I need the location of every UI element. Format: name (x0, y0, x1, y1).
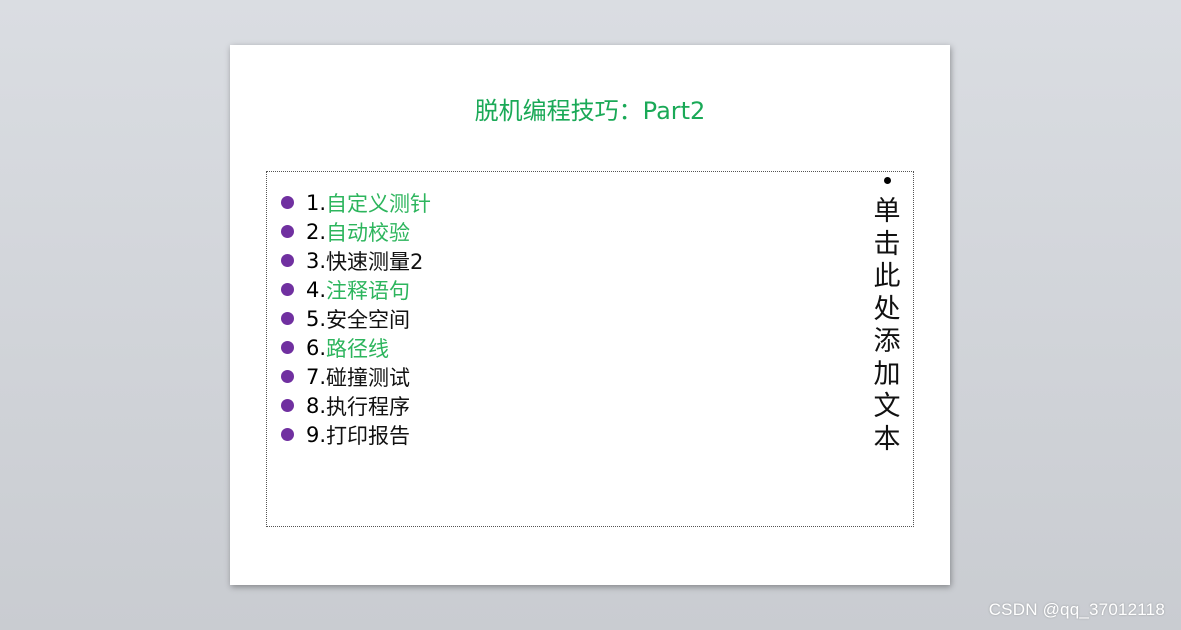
list-item[interactable]: 3. 快速测量2 (281, 246, 431, 275)
item-text: 碰撞测试 (326, 365, 411, 390)
list-item[interactable]: 7. 碰撞测试 (281, 362, 431, 391)
item-text: 打印报告 (326, 423, 411, 448)
list-item[interactable]: 4. 注释语句 (281, 275, 431, 304)
item-text: 路径线 (326, 336, 390, 361)
bullet-list: 1. 自定义测针 2. 自动校验 3. 快速测量2 4. 注释语句 5. 安全空… (281, 188, 431, 449)
item-number: 4. (306, 277, 327, 302)
item-number: 6. (306, 335, 327, 360)
item-text: 注释语句 (326, 278, 411, 303)
item-number: 2. (306, 219, 327, 244)
item-number: 7. (306, 364, 327, 389)
item-text: 快速测量2 (326, 249, 424, 274)
item-text: 安全空间 (326, 307, 411, 332)
list-item[interactable]: 5. 安全空间 (281, 304, 431, 333)
item-number: 9. (306, 422, 327, 447)
item-number: 3. (306, 248, 327, 273)
item-text: 自定义测针 (326, 191, 432, 216)
bullet-dot-icon (281, 312, 294, 325)
bullet-dot-icon (281, 399, 294, 412)
bullet-dot-icon (281, 428, 294, 441)
item-number: 1. (306, 190, 327, 215)
bullet-dot-icon (281, 196, 294, 209)
item-number: 8. (306, 393, 327, 418)
item-number: 5. (306, 306, 327, 331)
list-item[interactable]: 6. 路径线 (281, 333, 431, 362)
bullet-dot-icon (281, 283, 294, 296)
list-item[interactable]: 9. 打印报告 (281, 420, 431, 449)
list-item[interactable]: 1. 自定义测针 (281, 188, 431, 217)
item-text: 自动校验 (326, 220, 411, 245)
slide-title[interactable]: 脱机编程技巧：Part2 (230, 95, 950, 127)
list-item[interactable]: 8. 执行程序 (281, 391, 431, 420)
content-placeholder-box[interactable]: 1. 自定义测针 2. 自动校验 3. 快速测量2 4. 注释语句 5. 安全空… (266, 171, 914, 527)
bullet-dot-icon (883, 177, 891, 184)
list-item[interactable]: 2. 自动校验 (281, 217, 431, 246)
bullet-dot-icon (281, 341, 294, 354)
bullet-dot-icon (281, 370, 294, 383)
bullet-dot-icon (281, 225, 294, 238)
slide-canvas[interactable]: 脱机编程技巧：Part2 1. 自定义测针 2. 自动校验 3. 快速测量2 4… (230, 45, 950, 585)
placeholder-text: 单击此处添加文本 (873, 196, 901, 455)
bullet-dot-icon (281, 254, 294, 267)
item-text: 执行程序 (326, 394, 411, 419)
watermark: CSDN @qq_37012118 (988, 600, 1165, 619)
vertical-text-placeholder[interactable]: 单击此处添加文本 (867, 174, 907, 456)
